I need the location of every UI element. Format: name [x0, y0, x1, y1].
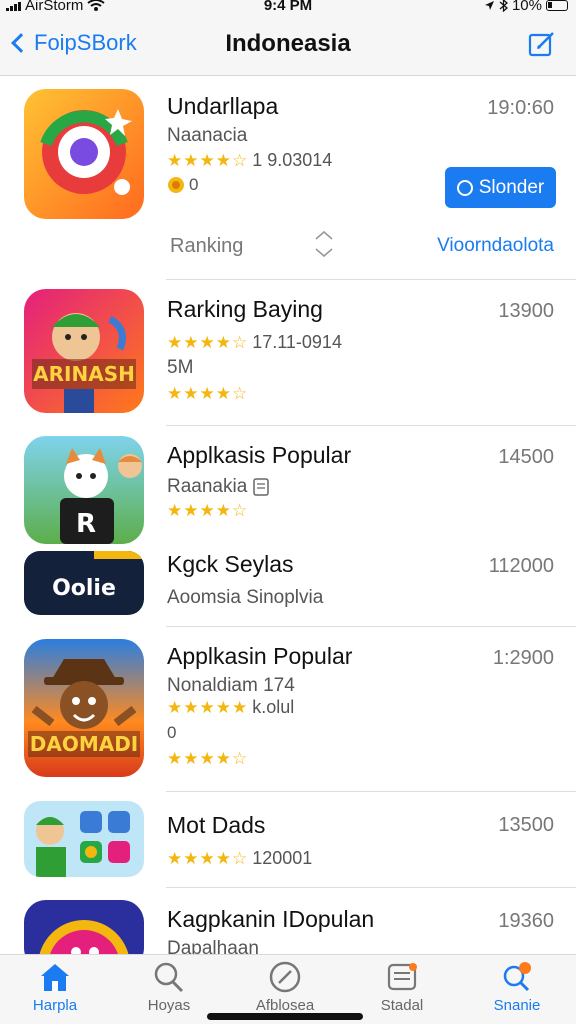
app-name: Undarllapa	[167, 93, 279, 119]
list-item[interactable]: Oolie Kgck Seylas 112000 Aoomsia Sinoplv…	[0, 547, 576, 627]
app-icon: Oolie	[24, 551, 144, 615]
tab-label: Snanie	[493, 997, 541, 1014]
list-item[interactable]: R Applkasis Popular 14500 Raanakia ★★★★☆	[0, 426, 576, 547]
app-extra: 0	[167, 723, 177, 742]
app-name: Applkasis Popular	[167, 442, 352, 468]
document-icon	[253, 478, 270, 496]
app-size: 19360	[498, 910, 554, 932]
app-name: Kgck Seylas	[167, 551, 294, 577]
app-icon	[24, 900, 144, 954]
app-subtitle: Aoomsia Sinoplvia	[167, 587, 324, 608]
home-icon	[41, 964, 69, 991]
list-item[interactable]: Undarllapa Naanacia 19:0:60 ★★★★☆ 1 9.030…	[0, 77, 576, 280]
app-list: Undarllapa Naanacia 19:0:60 ★★★★☆ 1 9.030…	[0, 77, 576, 954]
rating-count: 17.11-0914	[252, 332, 342, 352]
app-size: 14500	[498, 446, 554, 468]
tab-explore[interactable]: Afblosea	[235, 961, 335, 1014]
app-icon	[24, 89, 144, 219]
status-bar: AirStorm 9:4 PM 10%	[0, 0, 576, 16]
get-button[interactable]: Slonder	[445, 167, 556, 208]
tab-label: Hoyas	[147, 997, 191, 1014]
list-item[interactable]: DAOMADI Applkasin Popular 1:2900 Nonaldi…	[0, 627, 576, 792]
app-size: 112000	[488, 555, 554, 577]
compose-icon[interactable]	[528, 30, 556, 58]
tab-search[interactable]: Hoyas	[119, 961, 219, 1014]
tab-home[interactable]: Harpla	[5, 961, 105, 1014]
app-icon-text: DAOMADI	[30, 732, 139, 756]
navigation-bar: FoipSBork Indoneasia	[0, 16, 576, 76]
app-subtitle-row: Raanakia	[167, 476, 270, 498]
updates-icon	[387, 963, 417, 991]
rating-count: 120001	[252, 848, 313, 868]
tab-label: Stadal	[380, 997, 424, 1014]
svg-text:R: R	[76, 509, 96, 539]
app-name: Applkasin Popular	[167, 643, 353, 669]
app-subtitle: Naanacia	[167, 125, 248, 146]
app-name: Rarking Baying	[167, 296, 323, 322]
app-size: 13500	[498, 814, 554, 836]
circle-icon	[456, 179, 473, 196]
app-subtitle: Raanakia	[167, 476, 248, 497]
coin-icon	[168, 177, 184, 193]
rating-count: k.olul	[252, 697, 295, 717]
app-size: 19:0:60	[487, 97, 554, 119]
ranking-label: Ranking	[170, 235, 244, 257]
tab-label: Harpla	[32, 997, 78, 1014]
rating-stars-secondary: ★★★★☆	[167, 384, 249, 403]
tab-updates[interactable]: Stadal	[352, 961, 452, 1014]
app-extra: 5M	[167, 357, 194, 378]
search-icon	[154, 962, 184, 993]
ranking-link[interactable]: Vioorndaolota	[437, 235, 554, 257]
rating-stars: ★★★★☆ 120001	[167, 848, 313, 868]
list-item[interactable]: ARINASH Rarking Baying 13900 ★★★★☆ 17.11-…	[0, 280, 576, 426]
home-indicator[interactable]	[207, 1013, 363, 1020]
rating-stars: ★★★★☆ 17.11-0914	[167, 332, 342, 352]
rating-stars: ★★★★☆	[167, 501, 249, 520]
app-icon: ARINASH	[24, 289, 144, 413]
bluetooth-icon	[499, 0, 508, 12]
app-subtitle: Dapalhaan	[167, 938, 259, 954]
app-size: 13900	[498, 300, 554, 322]
rating-count: 1 9.03014	[252, 150, 333, 170]
app-name: Mot Dads	[167, 812, 266, 838]
sort-chevrons-icon[interactable]	[312, 229, 336, 259]
location-icon	[484, 1, 494, 10]
app-icon	[24, 801, 144, 877]
battery-icon	[546, 0, 568, 11]
app-icon: R	[24, 436, 144, 544]
badge: 0	[167, 175, 198, 195]
rating-stars-secondary: ★★★★☆	[167, 749, 249, 768]
battery-percent: 10%	[511, 0, 542, 14]
tab-label: Afblosea	[255, 997, 315, 1014]
app-size: 1:2900	[492, 647, 554, 669]
list-item[interactable]: Kagpkanin IDopulan 19360 Dapalhaan	[0, 888, 576, 954]
search-badge-icon	[503, 962, 531, 992]
app-name: Kagpkanin IDopulan	[167, 906, 375, 932]
list-item[interactable]: Mot Dads 13500 ★★★★☆ 120001	[0, 792, 576, 888]
page-title: Indoneasia	[225, 30, 351, 57]
compass-icon	[269, 961, 301, 993]
rating-stars: ★★★★★ k.olul	[167, 697, 295, 717]
app-subtitle: Nonaldiam 174	[167, 675, 295, 696]
app-icon-text: ARINASH	[33, 362, 135, 386]
tab-search-secondary[interactable]: Snanie	[467, 961, 567, 1014]
app-icon: DAOMADI	[24, 639, 144, 777]
rating-stars: ★★★★☆ 1 9.03014	[167, 150, 333, 170]
app-icon-text: Oolie	[52, 576, 116, 601]
